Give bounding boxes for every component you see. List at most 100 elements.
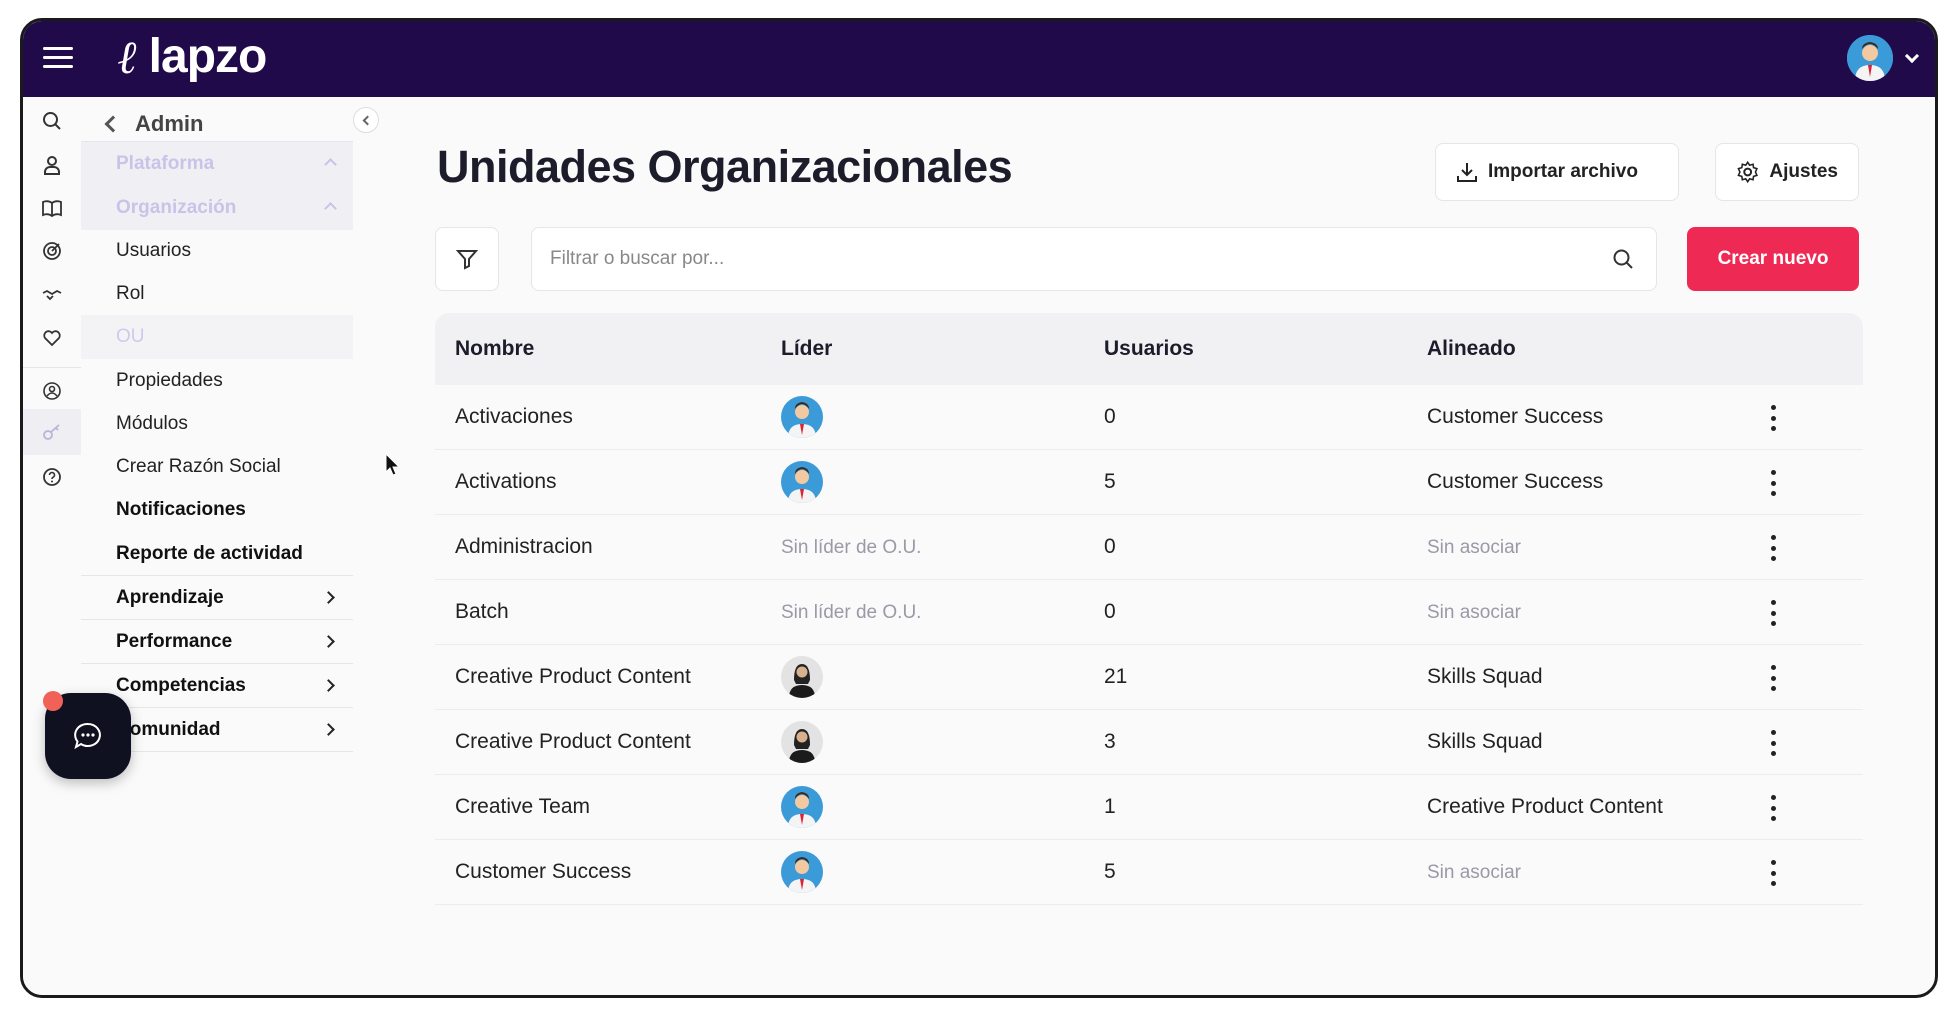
menu-label: Módulos [116, 413, 188, 434]
menu-item-ou[interactable]: OU [81, 315, 353, 359]
chevron-down-icon[interactable] [1904, 48, 1920, 64]
import-file-button[interactable]: Importar archivo [1435, 143, 1679, 201]
aligned-to: Skills Squad [1427, 730, 1543, 753]
leader-avatar[interactable] [781, 786, 823, 828]
brand-logo[interactable]: ℓ lapzo [118, 29, 268, 84]
menu-group-organizacion[interactable]: Organización [81, 186, 353, 230]
ou-table: Nombre Líder Usuarios Alineado Activacio… [435, 313, 1863, 905]
search-icon[interactable] [1612, 248, 1634, 270]
menu-item-rol[interactable]: Rol [81, 272, 353, 316]
menu-item-notificaciones[interactable]: Notificaciones [81, 488, 353, 532]
more-options-icon[interactable] [1761, 728, 1785, 758]
user-avatar[interactable] [1847, 35, 1893, 81]
chevron-right-icon [322, 591, 335, 604]
users-count: 0 [1104, 535, 1116, 558]
ou-name[interactable]: Creative Team [455, 795, 590, 819]
column-header-alineado[interactable]: Alineado [1427, 337, 1516, 361]
more-options-icon[interactable] [1761, 793, 1785, 823]
menu-label: Organización [116, 197, 237, 218]
team-icon[interactable] [40, 379, 64, 403]
more-options-icon[interactable] [1761, 858, 1785, 888]
leader-avatar[interactable] [781, 851, 823, 893]
back-to-admin[interactable]: Admin [104, 111, 203, 137]
menu-group-aprendizaje[interactable]: Aprendizaje [81, 576, 353, 620]
ou-name[interactable]: Creative Product Content [455, 730, 691, 754]
leader-text: Sin líder de O.U. [781, 537, 922, 558]
table-row[interactable]: Batch Sin líder de O.U. 0 Sin asociar [435, 580, 1863, 645]
users-count: 3 [1104, 730, 1116, 753]
table-row[interactable]: Creative Product Content 3 Skills Squad [435, 710, 1863, 775]
settings-label: Ajustes [1769, 161, 1838, 182]
download-icon [1457, 163, 1477, 182]
table-row[interactable]: Administracion Sin líder de O.U. 0 Sin a… [435, 515, 1863, 580]
hamburger-menu-icon[interactable] [43, 47, 73, 69]
settings-button[interactable]: Ajustes [1715, 143, 1859, 201]
create-new-button[interactable]: Crear nuevo [1687, 227, 1859, 291]
table-row[interactable]: Creative Product Content 21 Skills Squad [435, 645, 1863, 710]
ou-name[interactable]: Creative Product Content [455, 665, 691, 689]
menu-item-crear-razon-social[interactable]: Crear Razón Social [81, 445, 353, 489]
icon-rail [23, 97, 81, 995]
ou-name[interactable]: Administracion [455, 535, 593, 559]
menu-label: Competencias [116, 674, 246, 696]
user-icon[interactable] [40, 153, 64, 177]
menu-group-plataforma[interactable]: Plataforma [81, 142, 353, 186]
ou-name[interactable]: Activaciones [455, 405, 573, 429]
rail-divider [23, 367, 81, 368]
target-icon[interactable] [40, 239, 64, 263]
leader-avatar[interactable] [781, 396, 823, 438]
more-options-icon[interactable] [1761, 598, 1785, 628]
mouse-cursor-icon [385, 453, 401, 476]
menu-group-performance[interactable]: Performance [81, 620, 353, 664]
table-row[interactable]: Customer Success 5 Sin asociar [435, 840, 1863, 905]
aligned-to: Sin asociar [1427, 602, 1521, 623]
filter-button[interactable] [435, 227, 499, 291]
ou-name[interactable]: Customer Success [455, 860, 631, 884]
table-row[interactable]: Activations 5 Customer Success [435, 450, 1863, 515]
search-input[interactable] [550, 228, 1590, 290]
leader-avatar[interactable] [781, 461, 823, 503]
admin-submenu: Admin Plataforma Organización Usuarios R… [81, 97, 381, 995]
menu-item-propiedades[interactable]: Propiedades [81, 359, 353, 403]
more-options-icon[interactable] [1761, 403, 1785, 433]
chevron-up-icon [324, 202, 337, 215]
filter-icon [456, 250, 478, 270]
import-file-label: Importar archivo [1488, 161, 1638, 182]
handshake-icon[interactable] [40, 283, 64, 307]
column-header-nombre[interactable]: Nombre [455, 337, 534, 361]
menu-label: Rol [116, 283, 145, 304]
aligned-to: Sin asociar [1427, 537, 1521, 558]
key-icon[interactable] [40, 420, 64, 444]
table-header: Nombre Líder Usuarios Alineado [435, 313, 1863, 385]
heart-icon[interactable] [40, 326, 64, 350]
aligned-to: Customer Success [1427, 405, 1604, 428]
more-options-icon[interactable] [1761, 663, 1785, 693]
more-options-icon[interactable] [1761, 533, 1785, 563]
ou-name[interactable]: Activations [455, 470, 557, 494]
leader-avatar[interactable] [781, 656, 823, 698]
users-count: 5 [1104, 470, 1116, 493]
brand-name: lapzo [148, 30, 268, 83]
help-icon[interactable] [40, 465, 64, 489]
book-icon[interactable] [40, 196, 64, 220]
menu-item-reporte-actividad[interactable]: Reporte de actividad [81, 532, 353, 576]
chat-button[interactable] [43, 691, 131, 779]
table-row[interactable]: Creative Team 1 Creative Product Content [435, 775, 1863, 840]
column-header-lider[interactable]: Líder [781, 337, 832, 361]
leader-text: Sin líder de O.U. [781, 602, 922, 623]
menu-item-usuarios[interactable]: Usuarios [81, 229, 353, 273]
column-header-usuarios[interactable]: Usuarios [1104, 337, 1194, 361]
table-row[interactable]: Activaciones 0 Customer Success [435, 385, 1863, 450]
users-count: 0 [1104, 600, 1116, 623]
users-count: 0 [1104, 405, 1116, 428]
menu-item-modulos[interactable]: Módulos [81, 402, 353, 446]
leader-avatar[interactable] [781, 721, 823, 763]
chat-icon [74, 722, 101, 750]
ou-name[interactable]: Batch [455, 600, 509, 624]
aligned-to: Creative Product Content [1427, 795, 1663, 818]
search-icon[interactable] [40, 109, 64, 133]
collapse-sidebar-button[interactable] [353, 107, 379, 133]
chevron-right-icon [322, 723, 335, 736]
search-bar [531, 227, 1657, 291]
more-options-icon[interactable] [1761, 468, 1785, 498]
